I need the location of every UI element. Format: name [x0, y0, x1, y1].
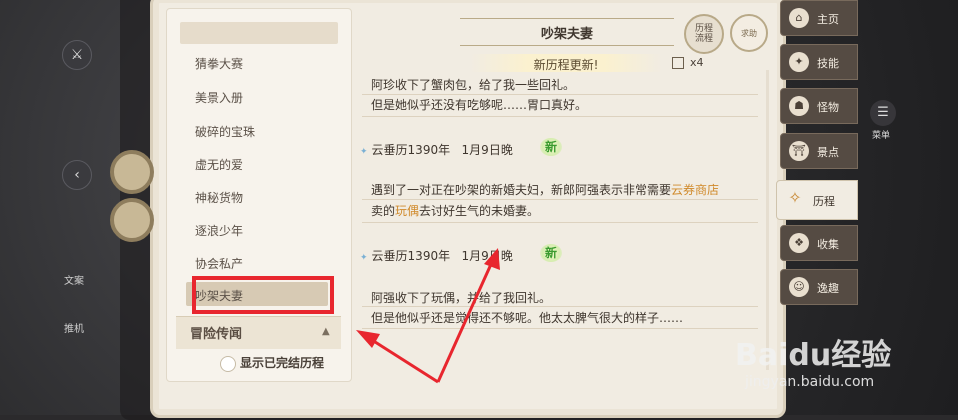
- watermark-logo: Baidu经验: [735, 338, 892, 373]
- arrow-line-1: [371, 338, 439, 384]
- watermark-url: jingyan.baidu.com: [745, 374, 875, 390]
- arrow-line-2: [436, 261, 494, 383]
- arrow-head-2: [484, 248, 500, 270]
- arrow-head-1: [356, 330, 380, 348]
